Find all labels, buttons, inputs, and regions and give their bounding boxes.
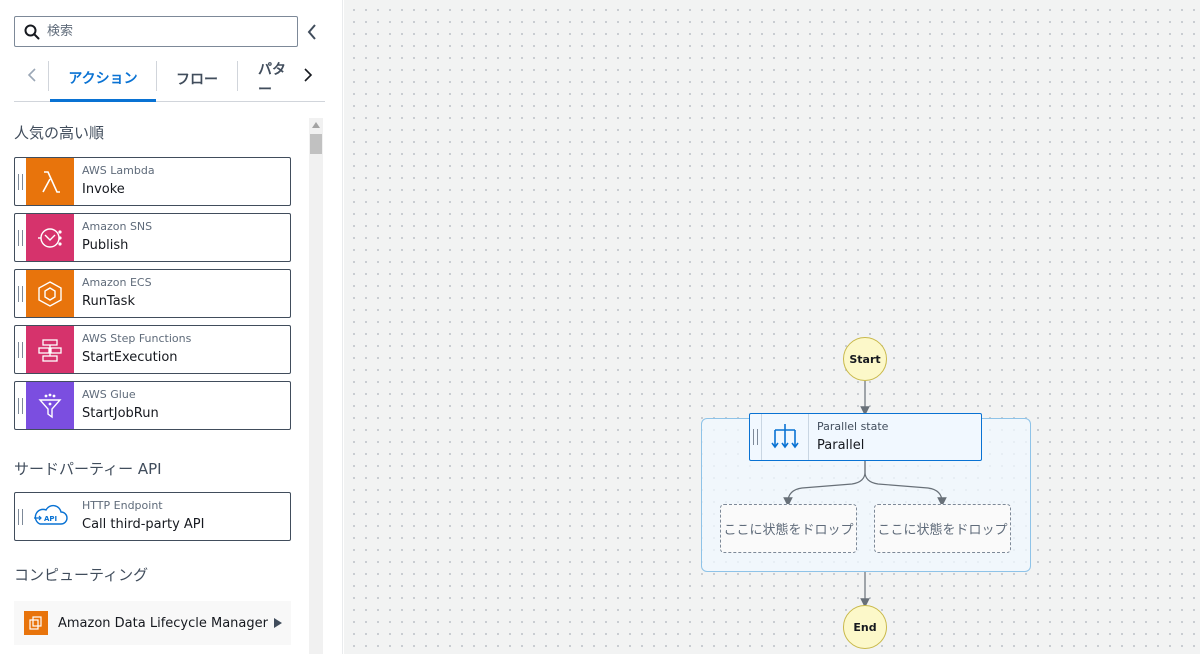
tab-patterns[interactable]: パター xyxy=(244,56,292,102)
state-card-sns-publish[interactable]: Amazon SNS Publish xyxy=(14,213,291,262)
caret-right-icon xyxy=(274,618,282,628)
tab-scroll-right-button[interactable] xyxy=(298,64,318,86)
drag-handle-icon xyxy=(750,414,761,460)
lambda-icon xyxy=(26,158,74,205)
card-service-name: Amazon SNS xyxy=(82,220,153,233)
card-action-name: StartJobRun xyxy=(82,406,159,421)
state-card-lambda-invoke[interactable]: AWS Lambda Invoke xyxy=(14,157,291,206)
card-action-name: StartExecution xyxy=(82,350,178,365)
drag-handle-icon xyxy=(15,326,26,373)
triangle-up-icon xyxy=(312,122,320,128)
service-item-label: Amazon Data Lifecycle Manager xyxy=(58,615,268,631)
card-action-name: RunTask xyxy=(82,294,135,309)
section-title-popular: 人気の高い順 xyxy=(14,124,105,142)
drag-handle-icon xyxy=(15,382,26,429)
card-service-name: AWS Step Functions xyxy=(82,332,192,345)
search-input[interactable] xyxy=(47,24,267,39)
drop-zone-branch-2[interactable]: ここに状態をドロップ xyxy=(874,504,1011,553)
tab-divider xyxy=(156,61,157,91)
step-functions-icon xyxy=(26,326,74,373)
tab-divider xyxy=(48,61,49,91)
ecs-icon xyxy=(26,270,74,317)
svg-text:API: API xyxy=(44,515,57,523)
start-node[interactable]: Start xyxy=(843,337,887,381)
card-service-name: Amazon ECS xyxy=(82,276,152,289)
parallel-state-type: Parallel state xyxy=(817,419,889,433)
connector-branch-right xyxy=(864,461,947,507)
glue-icon xyxy=(26,382,74,429)
chevron-right-icon xyxy=(304,68,313,82)
data-lifecycle-icon xyxy=(24,611,48,635)
section-title-third-party-api: サードパーティー API xyxy=(14,460,162,478)
tab-actions[interactable]: アクション xyxy=(50,56,156,102)
collapse-panel-button[interactable] xyxy=(302,20,322,44)
drag-handle-icon xyxy=(15,270,26,317)
scrollbar[interactable] xyxy=(309,118,323,654)
parallel-state-name: Parallel xyxy=(817,437,865,453)
states-browser-panel: アクション フロー パター 人気の高い順 AWS Lambda Invoke xyxy=(0,0,343,654)
state-card-ecs-runtask[interactable]: Amazon ECS RunTask xyxy=(14,269,291,318)
card-action-name: Publish xyxy=(82,238,129,253)
tab-flow[interactable]: フロー xyxy=(164,56,230,102)
state-card-http-endpoint[interactable]: API HTTP Endpoint Call third-party API xyxy=(14,492,291,541)
tab-bar: アクション フロー パター xyxy=(14,56,325,102)
card-service-name: AWS Glue xyxy=(82,388,136,401)
drop-zone-branch-1[interactable]: ここに状態をドロップ xyxy=(720,504,857,553)
sns-icon xyxy=(26,214,74,261)
scroll-up-button[interactable] xyxy=(309,118,323,132)
connector-branch-left xyxy=(783,461,866,507)
card-service-name: AWS Lambda xyxy=(82,164,155,177)
drag-handle-icon xyxy=(15,158,26,205)
chevron-left-icon xyxy=(307,24,316,40)
state-card-glue-startjobrun[interactable]: AWS Glue StartJobRun xyxy=(14,381,291,430)
end-node[interactable]: End xyxy=(843,605,887,649)
flow-connectors xyxy=(783,381,947,608)
card-action-name: Call third-party API xyxy=(82,517,205,532)
workflow-canvas[interactable]: Start Parallel state Parallel ここに状態をドロップ… xyxy=(344,0,1200,654)
drag-handle-icon xyxy=(15,214,26,261)
api-cloud-icon: API xyxy=(26,493,74,540)
scroll-thumb[interactable] xyxy=(310,134,322,154)
search-icon xyxy=(24,24,40,39)
parallel-state-node[interactable]: Parallel state Parallel xyxy=(749,413,982,461)
tab-divider xyxy=(237,61,238,91)
drag-handle-icon xyxy=(15,493,26,540)
card-action-name: Invoke xyxy=(82,182,125,197)
parallel-state-icon xyxy=(761,414,809,460)
state-card-stepfunctions-startexecution[interactable]: AWS Step Functions StartExecution xyxy=(14,325,291,374)
tab-scroll-left-button[interactable] xyxy=(22,64,42,86)
section-title-compute: コンピューティング xyxy=(14,566,149,584)
card-service-name: HTTP Endpoint xyxy=(82,499,163,512)
chevron-left-icon xyxy=(27,68,36,82)
search-box[interactable] xyxy=(14,16,298,47)
service-item-data-lifecycle-manager[interactable]: Amazon Data Lifecycle Manager xyxy=(14,601,291,645)
